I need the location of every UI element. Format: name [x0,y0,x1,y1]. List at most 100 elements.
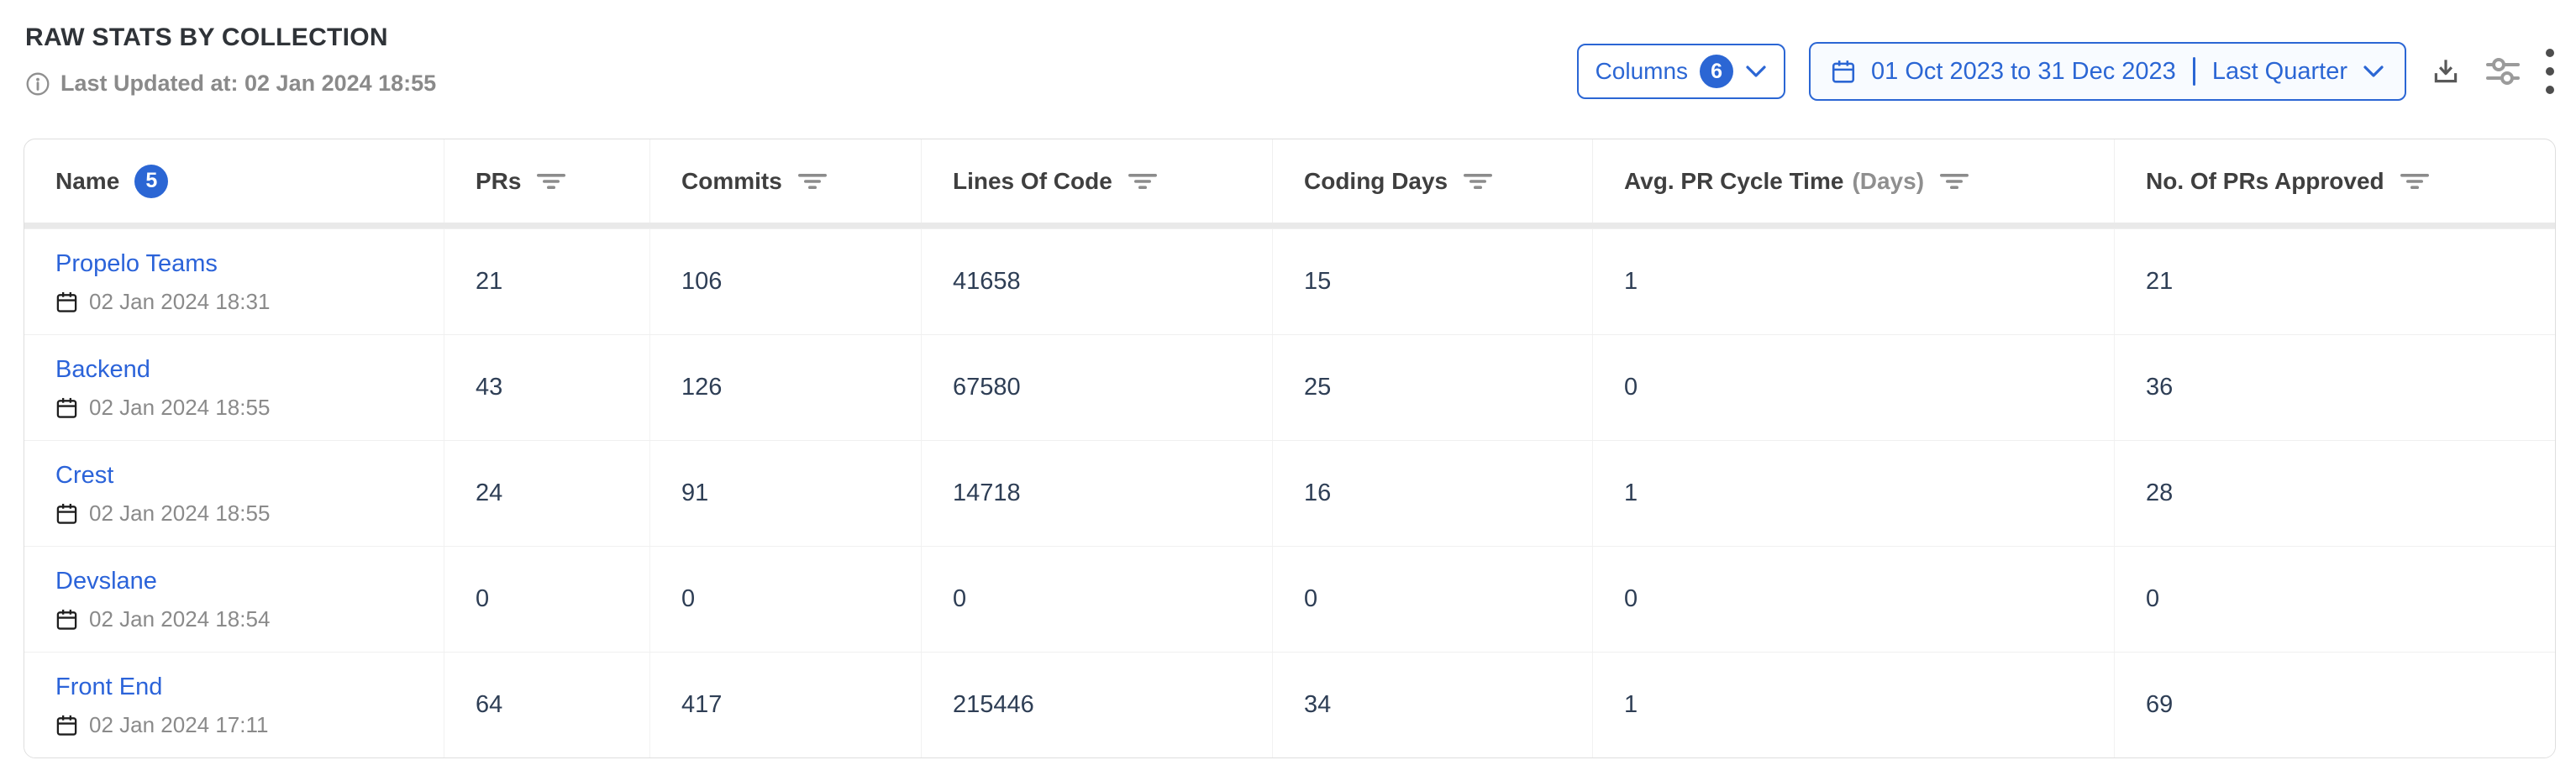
row-updated-text: 02 Jan 2024 18:55 [89,501,270,527]
column-header-coding-days: Coding Days [1273,139,1593,223]
prs-approved-cell: 21 [2115,229,2555,334]
column-header-avg-pr-cycle-time: Avg. PR Cycle Time (Days) [1593,139,2115,223]
info-icon [25,71,50,97]
filter-lines-icon[interactable] [1128,172,1158,191]
collection-name-cell: Front End 02 Jan 2024 17:11 [24,653,444,757]
filter-lines-icon[interactable] [797,172,828,191]
prs-cell: 43 [444,335,650,440]
coding-days-cell: 15 [1273,229,1593,334]
lines-of-code-cell: 0 [922,547,1273,652]
table-row: Devslane 02 Jan 2024 18:54 0 0 0 0 0 0 [24,546,2555,652]
column-header-commits: Commits [650,139,922,223]
prs-approved-cell: 69 [2115,653,2555,757]
commits-cell: 417 [650,653,922,757]
lines-of-code-cell: 215446 [922,653,1273,757]
commits-cell: 126 [650,335,922,440]
avg-pr-cycle-time-cell: 1 [1593,229,2115,334]
sliders-icon [2485,54,2521,89]
coding-days-cell: 25 [1273,335,1593,440]
lines-of-code-cell: 14718 [922,441,1273,546]
chevron-down-icon [2363,64,2384,79]
last-updated-status: Last Updated at: 02 Jan 2024 18:55 [25,71,436,97]
header-controls: Columns 6 01 Oct 2023 to 31 Dec 2023 Las… [1577,42,2556,101]
table-row: Backend 02 Jan 2024 18:55 43 126 67580 2… [24,334,2555,440]
title-block: RAW STATS BY COLLECTION Last Updated at:… [25,24,436,97]
calendar-icon [55,502,78,525]
column-header-lines-of-code: Lines Of Code [922,139,1273,223]
name-count-badge: 5 [134,165,168,198]
column-label: Commits [681,168,782,195]
table-row: Front End 02 Jan 2024 17:11 64 417 21544… [24,652,2555,757]
column-header-prs-approved: No. Of PRs Approved [2115,139,2555,223]
prs-cell: 0 [444,547,650,652]
lines-of-code-cell: 67580 [922,335,1273,440]
columns-count-badge: 6 [1700,55,1733,88]
calendar-icon [55,291,78,313]
prs-approved-cell: 28 [2115,441,2555,546]
last-updated-text: Last Updated at: 02 Jan 2024 18:55 [60,71,436,97]
column-header-prs: PRs [444,139,650,223]
lines-of-code-cell: 41658 [922,229,1273,334]
coding-days-cell: 16 [1273,441,1593,546]
commits-cell: 0 [650,547,922,652]
collection-link[interactable]: Devslane [55,568,157,595]
columns-dropdown-button[interactable]: Columns 6 [1577,44,1785,99]
calendar-icon [55,608,78,631]
filter-lines-icon[interactable] [2400,172,2430,191]
commits-cell: 91 [650,441,922,546]
filter-lines-icon[interactable] [1463,172,1493,191]
filter-lines-icon[interactable] [536,172,566,191]
date-range-button[interactable]: 01 Oct 2023 to 31 Dec 2023 Last Quarter [1809,42,2406,101]
collection-link[interactable]: Propelo Teams [55,250,218,278]
collection-link[interactable]: Crest [55,462,113,490]
row-updated: 02 Jan 2024 17:11 [55,712,268,738]
prs-cell: 21 [444,229,650,334]
table-row: Propelo Teams 02 Jan 2024 18:31 21 106 4… [24,228,2555,334]
row-updated: 02 Jan 2024 18:55 [55,395,270,421]
calendar-icon [1831,59,1856,84]
kebab-menu-icon [2544,47,2556,96]
column-label: PRs [476,168,521,195]
column-label-suffix: (Days) [1852,168,1924,195]
avg-pr-cycle-time-cell: 0 [1593,335,2115,440]
coding-days-cell: 0 [1273,547,1593,652]
column-label: No. Of PRs Approved [2146,168,2384,195]
avg-pr-cycle-time-cell: 1 [1593,653,2115,757]
row-updated-text: 02 Jan 2024 18:54 [89,606,270,632]
collection-link[interactable]: Front End [55,674,162,701]
date-preset-label: Last Quarter [2212,58,2347,86]
column-label: Lines Of Code [953,168,1112,195]
avg-pr-cycle-time-cell: 1 [1593,441,2115,546]
stats-table: Name 5 PRs Commits Lines Of Code Coding … [24,139,2556,758]
collection-name-cell: Backend 02 Jan 2024 18:55 [24,335,444,440]
date-range-text: 01 Oct 2023 to 31 Dec 2023 [1871,58,2176,86]
collection-name-cell: Propelo Teams 02 Jan 2024 18:31 [24,229,444,334]
prs-approved-cell: 36 [2115,335,2555,440]
row-updated-text: 02 Jan 2024 18:31 [89,289,270,315]
row-updated: 02 Jan 2024 18:31 [55,289,270,315]
raw-stats-panel: RAW STATS BY COLLECTION Last Updated at:… [0,0,2576,781]
prs-approved-cell: 0 [2115,547,2555,652]
prs-cell: 64 [444,653,650,757]
collection-name-cell: Devslane 02 Jan 2024 18:54 [24,547,444,652]
chevron-down-icon [1745,64,1767,79]
coding-days-cell: 34 [1273,653,1593,757]
row-updated: 02 Jan 2024 18:55 [55,501,270,527]
calendar-icon [55,714,78,736]
column-label: Coding Days [1304,168,1448,195]
button-divider [2193,57,2195,86]
table-row: Crest 02 Jan 2024 18:55 24 91 14718 16 1… [24,440,2555,546]
table-settings-button[interactable] [2485,54,2521,89]
collection-link[interactable]: Backend [55,356,150,384]
column-label: Avg. PR Cycle Time [1624,168,1843,195]
table-header-row: Name 5 PRs Commits Lines Of Code Coding … [24,139,2555,228]
commits-cell: 106 [650,229,922,334]
download-icon [2430,55,2462,87]
column-header-name: Name 5 [24,139,444,223]
collection-name-cell: Crest 02 Jan 2024 18:55 [24,441,444,546]
filter-lines-icon[interactable] [1939,172,1969,191]
row-updated-text: 02 Jan 2024 18:55 [89,395,270,421]
more-options-button[interactable] [2544,47,2556,96]
page-title: RAW STATS BY COLLECTION [25,24,436,52]
download-button[interactable] [2430,55,2462,87]
